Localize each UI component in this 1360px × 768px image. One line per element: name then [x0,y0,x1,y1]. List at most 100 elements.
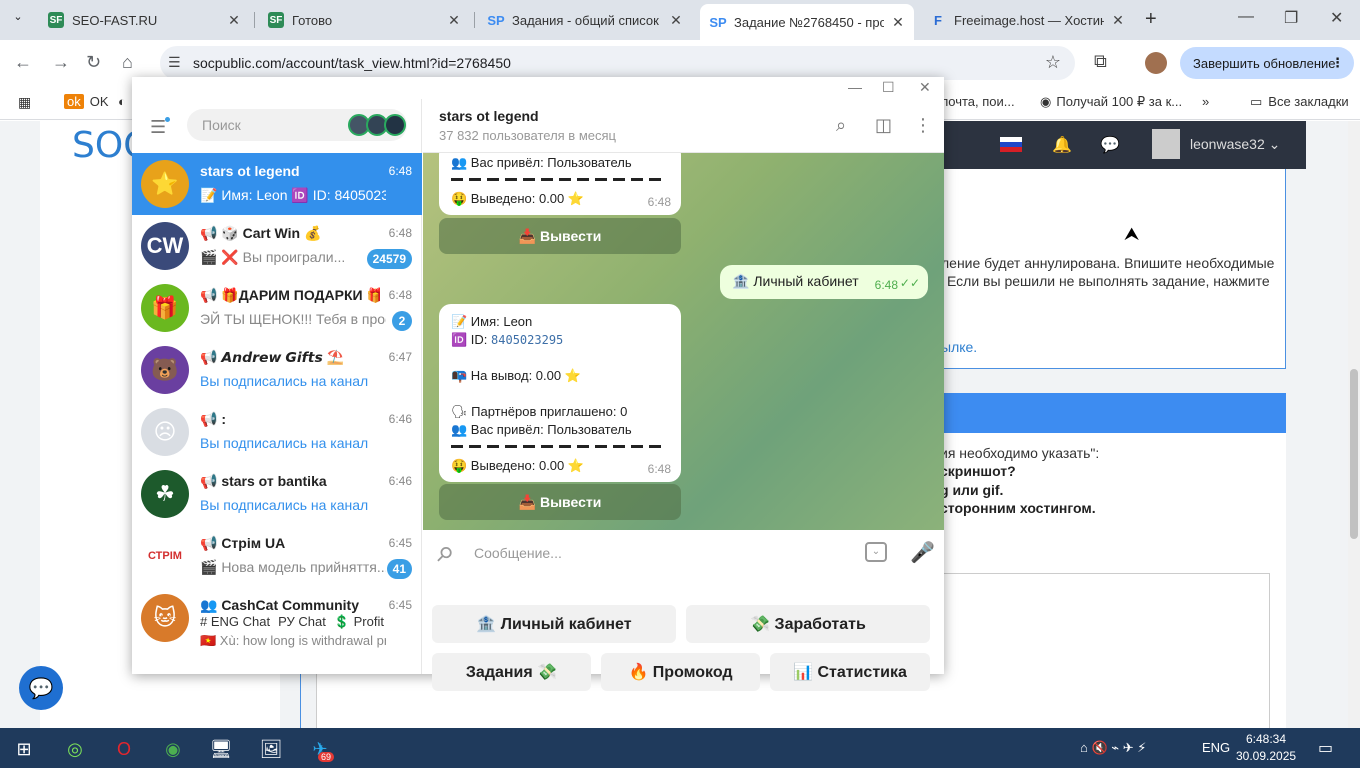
messages-icon[interactable]: 💬 [1100,135,1120,155]
chat-avatar: ☘ [141,470,189,518]
keyboard-button-stats[interactable]: 📊 Статистика [770,653,930,691]
computer-icon[interactable]: 🖥 [208,736,234,762]
bookmark-star-icon[interactable]: ☆ [1045,52,1061,73]
update-button[interactable]: Завершить обновление ⋮ [1180,47,1354,79]
sidebar-toggle-icon[interactable]: ◫ [875,115,892,136]
hamburger-menu-icon[interactable]: ☰ [150,117,166,138]
tab-tasks-list[interactable]: SP Задания - общий список за ✕ [478,4,692,36]
bot-message: 📝 Имя: Leon 🆔 ID: 8405023295 📭 На вывод:… [439,304,681,482]
bookmark-ok[interactable]: ok OK [64,94,109,109]
restore-icon[interactable]: ❐ [1284,8,1298,28]
attach-icon[interactable]: ⚲ [430,540,458,568]
profile-avatar[interactable] [1145,52,1167,74]
all-bookmarks[interactable]: ▭ Все закладки [1250,94,1349,110]
bot-message: 👥 Вас привёл: Пользователь 🤑 Выведено: 0… [439,153,681,215]
close-tab-icon[interactable]: ✕ [226,12,242,29]
more-options-icon[interactable]: ⋮ [914,115,932,136]
chat-avatar: 🐻 [141,346,189,394]
close-tab-icon[interactable]: ✕ [890,14,906,31]
russian-flag-icon[interactable] [1000,137,1022,152]
back-icon[interactable]: ← [14,52,32,73]
opera-icon[interactable]: O [111,736,137,762]
withdraw-button[interactable]: 📥 Вывести [439,484,681,520]
language-indicator[interactable]: ENG [1202,740,1230,755]
reload-icon[interactable]: ↻ [86,52,101,73]
chat-list-sidebar: ☰ Поиск ⭐ stars ot legend 6:48 📝 Имя: Leon … [132,99,422,674]
support-chat-icon[interactable]: 💬 [19,666,63,710]
chat-list-item[interactable]: СТРІМ 📢 Стрім UA 6:45 🎬 Нова модель прийнят… [132,525,422,587]
site-info-icon[interactable]: ☰ [168,54,181,71]
user-avatar[interactable] [1152,129,1180,159]
more-bookmarks-icon[interactable]: » [1202,94,1209,109]
close-icon[interactable]: ✕ [919,79,931,96]
topic-chip[interactable]: РУ Chat [278,614,326,629]
keyboard-button-cabinet[interactable]: 🏦 Личный кабинет [432,605,676,643]
search-placeholder: Поиск [202,117,241,133]
chat-list-item[interactable]: ☘ 📢 stars от bantika 6:46 Вы подписались на… [132,463,422,525]
req-line: g или gif. [940,482,1004,498]
chat-time: 6:47 [388,350,412,364]
forward-icon[interactable]: → [52,52,70,73]
tray-icons[interactable]: ⌂ 🔇 ⌁ ✈ ⚡ [1080,740,1146,756]
topic-chip[interactable]: # ENG Chat [200,614,270,629]
keyboard-button-promo[interactable]: 🔥 Промокод [601,653,760,691]
username[interactable]: leonwase32 ⌄ [1190,136,1280,153]
chat-list-item[interactable]: CW 📢 🎲 Cart Win 💰 6:48 🎬 ❌ Вы проиграли... 2… [132,215,422,277]
new-tab-icon[interactable]: + [1145,8,1157,31]
chat-preview: 🇻🇳 Xù: how long is withdrawal pr... [200,633,386,648]
tab-gotovo[interactable]: SF Готово ✕ [258,4,470,36]
extensions-icon[interactable]: ⧉ [1094,51,1107,72]
chat-header[interactable]: stars ot legend 37 832 пользователя в ме… [423,99,944,153]
minimize-icon[interactable]: — [1238,8,1254,26]
page-scrollbar[interactable] [1348,121,1360,728]
favicon-icon: SP [709,14,727,30]
image-viewer-icon[interactable]: 🖼 [258,736,284,762]
chat-list-item[interactable]: ⭐ stars ot legend 6:48 📝 Имя: Leon 🆔 ID: 84… [132,153,422,215]
app-icon[interactable]: ◎ [62,736,88,762]
message-composer: ⚲ Сообщение... ⌄ 🎤 [423,530,944,576]
keyboard-button-earn[interactable]: 💸 Заработать [686,605,930,643]
close-tab-icon[interactable]: ✕ [668,12,684,29]
chat-name: 📢 Стрім UA [200,535,286,551]
channel-title[interactable]: stars ot legend [439,108,539,124]
search-icon[interactable]: ⌕ [836,115,846,136]
url-text[interactable]: socpublic.com/account/task_view.html?id=… [193,55,511,71]
close-window-icon[interactable]: ✕ [1330,8,1343,28]
bell-icon[interactable]: 🔔 [1052,135,1072,155]
unread-badge: 24579 [366,249,412,269]
message-input[interactable]: Сообщение... [474,545,562,561]
chat-list-item[interactable]: 🎁 📢 🎁ДАРИМ ПОДАРКИ 🎁 6:48 ЭЙ ТЫ ЩЕНОК!!! Те… [132,277,422,339]
bookmark-icon[interactable]: ◐ [118,94,126,109]
tab-freeimage[interactable]: F Freeimage.host — Хостинг ✕ [920,4,1134,36]
chat-list-item[interactable]: ☹ 📢 : 6:46 Вы подписались на канал [132,401,422,463]
tab-seo-fast[interactable]: SF SEO-FAST.RU ✕ [38,4,250,36]
microphone-icon[interactable]: 🎤 [910,540,935,565]
bookmark-mail[interactable]: : почта, пои... [934,94,1015,109]
notice-link[interactable]: ылке. [941,339,977,355]
withdraw-button[interactable]: 📥 Вывести [439,218,681,254]
chrome-icon[interactable]: ◉ [160,736,186,762]
address-bar[interactable]: ☰ socpublic.com/account/task_view.html?i… [160,46,1075,80]
bookmark-bonus[interactable]: ◉ Получай 100 ₽ за к... [1040,94,1182,110]
search-input[interactable]: Поиск [187,109,407,141]
chat-preview: 🎬 ❌ Вы проиграли... [200,249,346,265]
maximize-icon[interactable]: ☐ [882,79,895,96]
chat-list-item[interactable]: 🐱 👥 CashCat Community 6:45 # ENG Chat РУ Cha… [132,587,422,649]
minimize-icon[interactable]: — [848,79,862,95]
tab-search-chevron-icon[interactable]: ⌄ [6,10,30,30]
topic-chip[interactable]: 💲 Profit ... [334,614,386,630]
bot-keyboard-icon[interactable]: ⌄ [865,542,887,562]
apps-grid-icon[interactable]: ▦ [18,94,31,111]
close-tab-icon[interactable]: ✕ [446,12,462,29]
story-avatar-icon[interactable] [384,114,406,136]
keyboard-button-tasks[interactable]: Задания 💸 [432,653,591,691]
tab-task-view[interactable]: SP Задание №2768450 - прос ✕ [700,4,914,40]
clock[interactable]: 6:48:34 30.09.2025 [1236,731,1296,765]
windows-start-icon[interactable]: ⊞ [11,736,37,762]
home-icon[interactable]: ⌂ [122,52,133,73]
menu-dots-icon[interactable]: ⋮ [1331,55,1344,71]
chat-list-item[interactable]: 🐻 📢 𝘼𝙣𝙙𝙧𝙚𝙬 𝙂𝙞𝙛𝙩𝙨 ⛱️ 6:47 Вы подписались на … [132,339,422,401]
notifications-icon[interactable]: ▭ [1318,738,1333,758]
chat-preview: 📝 Имя: Leon 🆔 ID: 84050232... [200,187,386,203]
close-tab-icon[interactable]: ✕ [1110,12,1126,29]
